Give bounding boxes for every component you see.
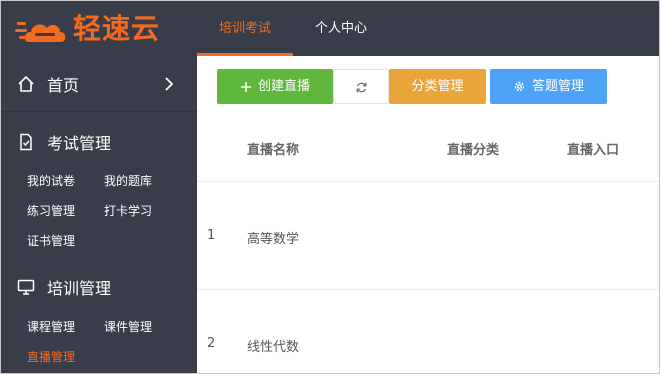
qa-management-button[interactable]: 答题管理 [490,69,607,104]
qa-management-label: 答题管理 [531,79,584,94]
refresh-button[interactable] [333,69,389,104]
cloud-logo-icon [15,22,66,42]
sidebar-link-checkin[interactable]: 打卡学习 [104,203,152,219]
create-live-button[interactable]: 创建直播 [217,69,333,104]
app-window: 轻速云 培训考试 个人中心 首页 考试管理 我的试卷 我的题库 练习管理 打卡学… [0,0,660,374]
column-header-category[interactable]: 直播分类 [447,139,499,158]
exam-icon [20,133,32,151]
sidebar-section-training[interactable]: 培训管理 [1,270,197,304]
category-management-button[interactable]: 分类管理 [389,69,486,104]
sidebar-section-exam[interactable]: 考试管理 [1,125,197,159]
sidebar-section-exam-label: 考试管理 [47,134,112,153]
create-live-label: 创建直播 [257,79,310,94]
home-icon [18,75,34,92]
sidebar-link-practice[interactable]: 练习管理 [27,203,75,219]
sidebar-home-label: 首页 [47,75,80,95]
plus-icon [240,81,251,92]
tab-training-exam[interactable]: 培训考试 [197,1,293,56]
table-divider [197,181,659,182]
table-divider [197,289,659,290]
column-header-entry[interactable]: 直播入口 [567,139,619,158]
monitor-icon [17,279,35,295]
sidebar-section-training-label: 培训管理 [47,279,112,298]
sidebar-link-my-question-bank[interactable]: 我的题库 [104,173,152,189]
sidebar-item-home[interactable]: 首页 [1,56,197,112]
brand-name: 轻速云 [73,12,161,45]
sidebar-link-certificates[interactable]: 证书管理 [27,233,75,249]
top-bar: 轻速云 培训考试 个人中心 [1,1,659,56]
column-header-name[interactable]: 直播名称 [247,139,299,158]
sidebar-link-courseware[interactable]: 课件管理 [104,319,152,335]
gear-icon [514,81,525,92]
sidebar-link-courses[interactable]: 课程管理 [27,319,75,335]
brand-logo[interactable]: 轻速云 [15,11,180,47]
sidebar: 首页 考试管理 我的试卷 我的题库 练习管理 打卡学习 证书管理 培训管理 课程… [1,56,197,373]
tab-personal-center[interactable]: 个人中心 [301,1,381,56]
chevron-right-icon [165,76,174,91]
sidebar-link-live[interactable]: 直播管理 [27,349,75,365]
refresh-icon [356,82,366,93]
row-index: 1 [207,228,216,243]
sidebar-link-my-papers[interactable]: 我的试卷 [27,173,75,189]
row-live-name: 高等数学 [247,232,300,247]
row-index: 2 [207,336,216,351]
row-live-name: 线性代数 [247,340,300,355]
